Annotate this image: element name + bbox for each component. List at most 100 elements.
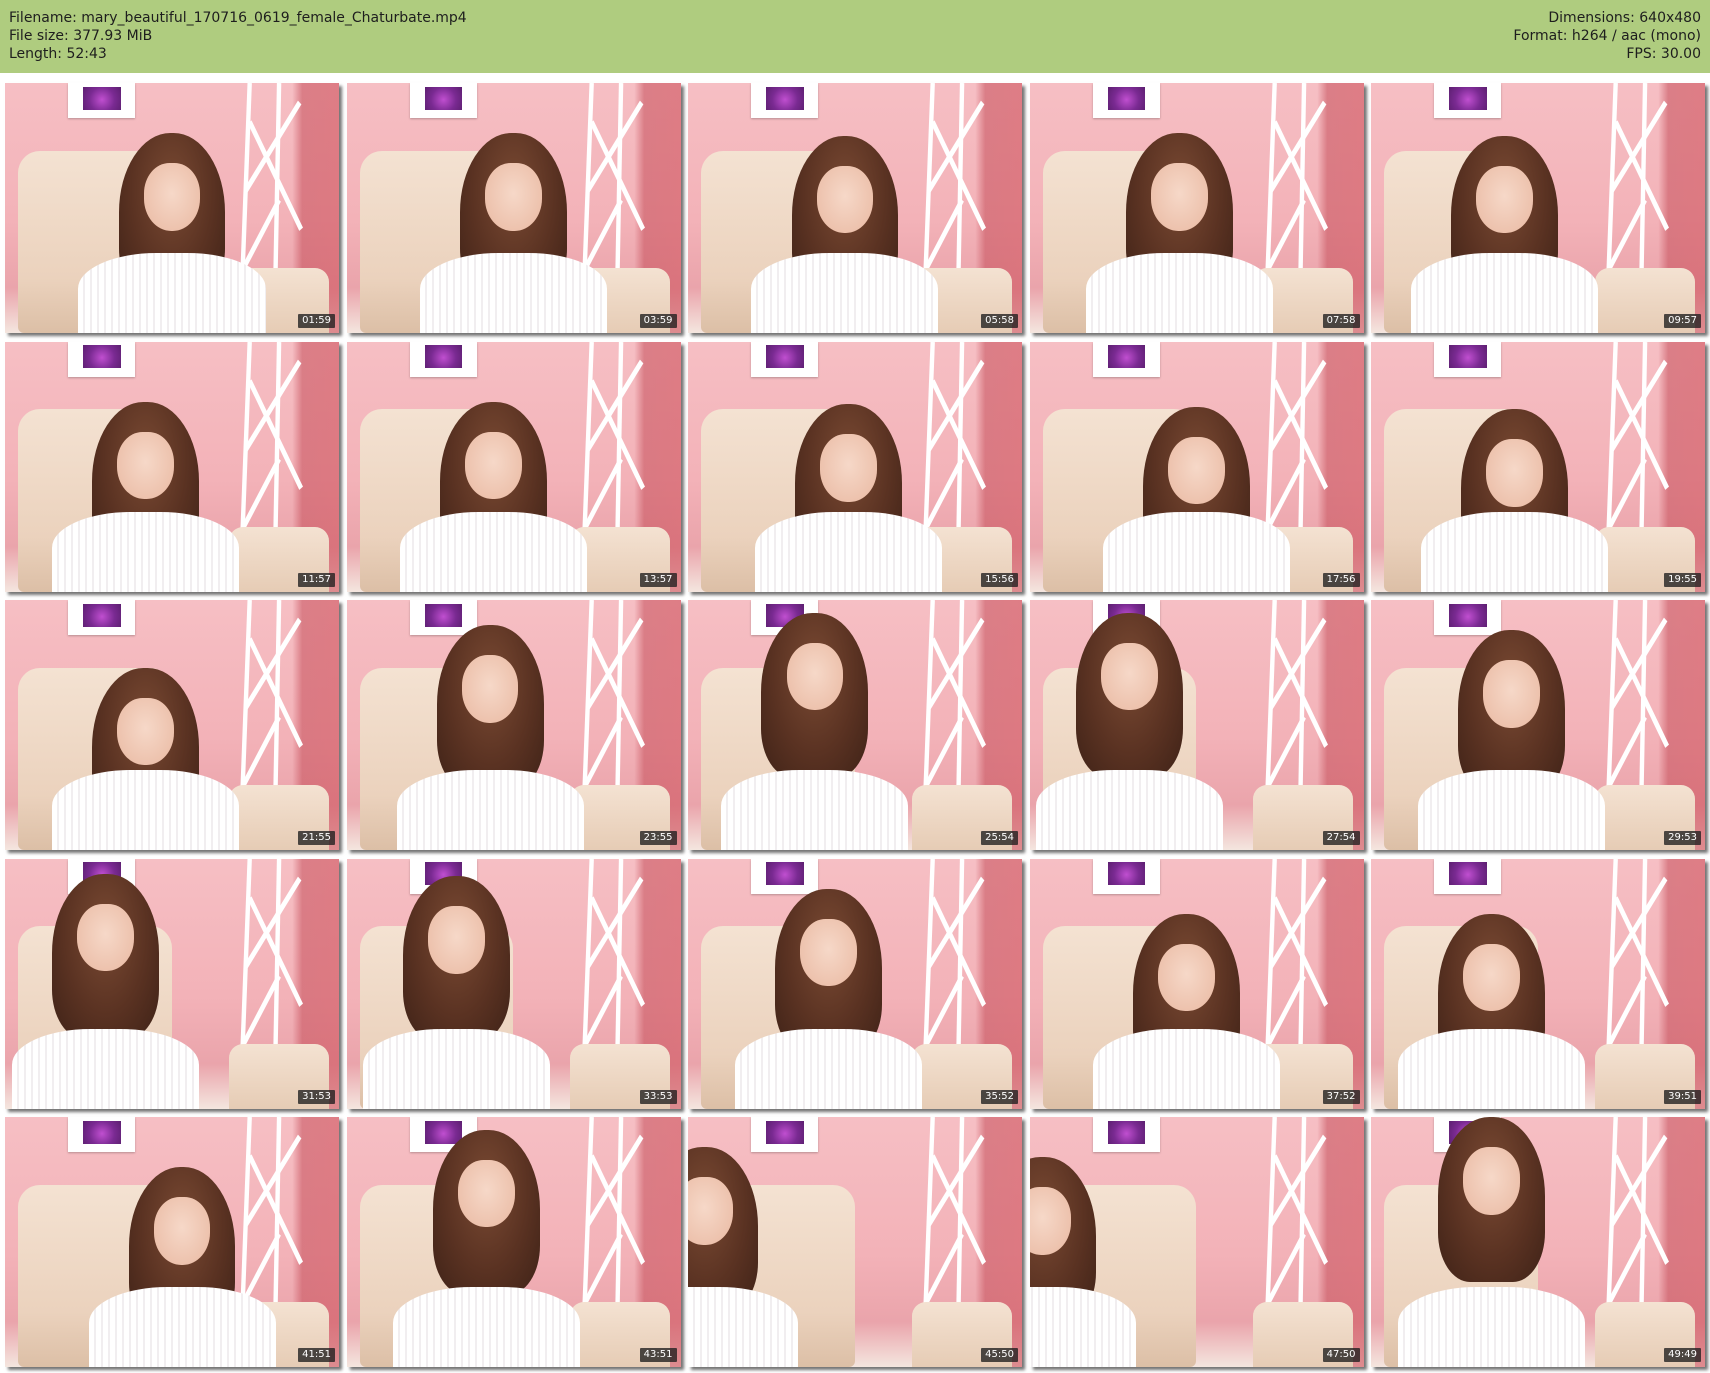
person-sweater <box>1092 1028 1280 1109</box>
ladder-shelf <box>577 341 650 537</box>
person-face <box>1462 1147 1520 1215</box>
ladder-shelf <box>918 1117 991 1312</box>
person-face <box>461 655 519 723</box>
timestamp-label: 37:52 <box>1322 1089 1360 1104</box>
timestamp-label: 19:55 <box>1664 572 1701 587</box>
video-thumbnail: 13:57 <box>346 341 681 592</box>
video-thumbnail: 23:55 <box>346 600 681 850</box>
wall-picture-frame <box>1092 341 1160 377</box>
video-thumbnail: 39:51 <box>1371 858 1705 1109</box>
person-face <box>1476 165 1533 233</box>
video-thumbnail: 25:54 <box>688 600 1022 850</box>
length-text: Length: 52:43 <box>9 46 107 62</box>
fps-text: FPS: 30.00 <box>1626 46 1701 62</box>
ladder-shelf <box>918 858 991 1054</box>
timestamp-label: 29:53 <box>1664 831 1701 845</box>
wall-picture-frame <box>751 858 819 894</box>
person-face <box>1168 436 1225 504</box>
timestamp-label: 25:54 <box>981 831 1018 845</box>
person-sweater <box>419 253 607 333</box>
timestamp-label: 21:55 <box>298 831 335 845</box>
ladder-shelf <box>1601 83 1674 278</box>
timestamp-label: 43:51 <box>639 1348 677 1362</box>
timestamp-label: 11:57 <box>298 572 335 587</box>
person-face <box>816 165 874 233</box>
wall-picture-frame <box>409 600 477 635</box>
person-face <box>143 163 201 231</box>
timestamp-label: 27:54 <box>1322 831 1360 845</box>
person-sweater <box>1411 253 1599 333</box>
person-sweater <box>1102 511 1290 592</box>
video-thumbnail: 07:58 <box>1029 83 1364 333</box>
ladder-shelf <box>1601 1117 1674 1312</box>
person-face <box>1158 943 1215 1011</box>
video-thumbnail: 47:50 <box>1029 1117 1364 1367</box>
person-face <box>1151 163 1209 231</box>
ladder-shelf <box>1260 1117 1333 1312</box>
ladder-shelf <box>577 600 650 795</box>
person-sweater <box>1036 770 1224 850</box>
timestamp-label: 07:58 <box>1322 314 1360 328</box>
wall-picture-frame <box>1092 83 1160 118</box>
wall-picture-frame <box>1434 858 1502 894</box>
video-thumbnail: 05:58 <box>688 83 1022 333</box>
person-sweater <box>11 1028 199 1109</box>
wall-picture-frame <box>1434 341 1502 377</box>
video-thumbnail: 41:51 <box>5 1117 339 1367</box>
video-thumbnail: 09:57 <box>1371 83 1705 333</box>
video-thumbnail: 33:53 <box>346 858 681 1109</box>
timestamp-label: 39:51 <box>1664 1089 1701 1104</box>
wall-picture-frame <box>1092 858 1160 894</box>
timestamp-label: 17:56 <box>1322 572 1360 587</box>
person-face <box>1462 943 1520 1011</box>
filename-text: Filename: mary_beautiful_170716_0619_fem… <box>9 10 467 26</box>
ladder-shelf <box>1601 341 1674 537</box>
person-sweater <box>754 511 942 592</box>
video-thumbnail: 11:57 <box>5 341 339 592</box>
dimensions-text: Dimensions: 640x480 <box>1548 10 1701 26</box>
video-thumbnail: 21:55 <box>5 600 339 850</box>
video-thumbnail: 03:59 <box>346 83 681 333</box>
video-thumbnail: 37:52 <box>1029 858 1364 1109</box>
timestamp-label: 31:53 <box>298 1089 335 1104</box>
timestamp-label: 09:57 <box>1664 314 1701 328</box>
timestamp-label: 35:52 <box>981 1089 1018 1104</box>
timestamp-label: 03:59 <box>639 314 677 328</box>
file-info-left: Filename: mary_beautiful_170716_0619_fem… <box>9 9 467 63</box>
wall-picture-frame <box>1092 1117 1160 1152</box>
info-header: Filename: mary_beautiful_170716_0619_fem… <box>0 0 1710 73</box>
timestamp-label: 05:58 <box>981 314 1018 328</box>
person-face <box>153 1197 211 1265</box>
thumbnail-grid: 01:59 03:59 05:58 07:58 09:57 11:57 13:57 15:56… <box>5 83 1707 1369</box>
person-sweater <box>1397 1287 1585 1367</box>
timestamp-label: 49:49 <box>1664 1348 1701 1362</box>
person-sweater <box>1086 253 1274 333</box>
format-text: Format: h264 / aac (mono) <box>1513 28 1701 44</box>
ladder-shelf <box>235 1117 308 1312</box>
ladder-shelf <box>1260 600 1333 795</box>
person-face <box>116 431 174 499</box>
video-thumbnail: 29:53 <box>1371 600 1705 850</box>
ladder-shelf <box>577 1117 650 1312</box>
person-face <box>76 903 134 971</box>
ladder-shelf <box>1260 858 1333 1054</box>
person-face <box>819 434 877 502</box>
video-thumbnail: 49:49 <box>1371 1117 1705 1367</box>
timestamp-label: 01:59 <box>298 314 335 328</box>
timestamp-label: 23:55 <box>639 831 677 845</box>
person-sweater <box>1397 1028 1585 1109</box>
wall-picture-frame <box>1434 83 1502 118</box>
wall-picture-frame <box>409 83 477 118</box>
person-face <box>1101 642 1159 710</box>
ladder-shelf <box>918 600 991 795</box>
wall-picture-frame <box>68 600 136 635</box>
file-info-right: Dimensions: 640x480 Format: h264 / aac (… <box>1513 9 1701 63</box>
person-sweater <box>88 1287 276 1367</box>
ladder-shelf <box>918 341 991 537</box>
video-thumbnail: 27:54 <box>1029 600 1364 850</box>
person-sweater <box>51 770 239 850</box>
ladder-shelf <box>577 858 650 1054</box>
ladder-shelf <box>577 83 650 278</box>
wall-picture-frame <box>68 341 136 377</box>
person-face <box>1486 439 1543 507</box>
